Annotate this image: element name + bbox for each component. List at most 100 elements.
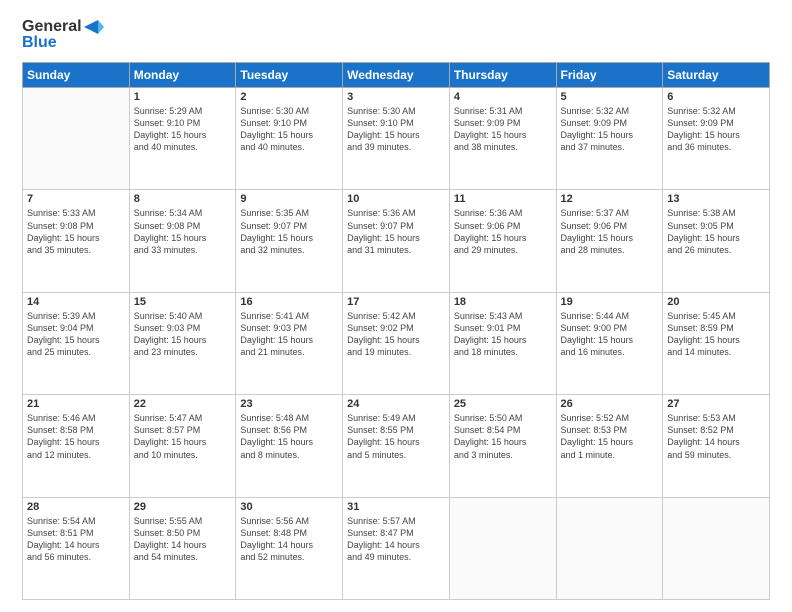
- day-number: 26: [561, 398, 659, 410]
- day-info: Sunrise: 5:29 AM Sunset: 9:10 PM Dayligh…: [134, 105, 232, 154]
- weekday-monday: Monday: [129, 63, 236, 88]
- day-cell-29: 29 Sunrise: 5:55 AM Sunset: 8:50 PM Dayli…: [129, 497, 236, 599]
- day-cell-21: 21Sunrise: 5:46 AM Sunset: 8:58 PM Dayli…: [23, 395, 130, 497]
- week-row-3: 14Sunrise: 5:39 AM Sunset: 9:04 PM Dayli…: [23, 292, 770, 394]
- day-cell-4: 4 Sunrise: 5:31 AM Sunset: 9:09 PM Daylig…: [449, 88, 556, 190]
- day-cell-3: 3 Sunrise: 5:30 AM Sunset: 9:10 PM Daylig…: [343, 88, 450, 190]
- weekday-tuesday: Tuesday: [236, 63, 343, 88]
- day-info: Sunrise: 5:56 AM Sunset: 8:48 PM Dayligh…: [240, 515, 338, 564]
- day-cell-12: 12Sunrise: 5:37 AM Sunset: 9:06 PM Dayli…: [556, 190, 663, 292]
- day-cell-1: 1 Sunrise: 5:29 AM Sunset: 9:10 PM Daylig…: [129, 88, 236, 190]
- day-number: 10: [347, 193, 445, 205]
- day-number: 30: [240, 501, 338, 513]
- day-number: 25: [454, 398, 552, 410]
- day-cell-31: 31 Sunrise: 5:57 AM Sunset: 8:47 PM Dayli…: [343, 497, 450, 599]
- week-row-2: 7Sunrise: 5:33 AM Sunset: 9:08 PM Daylig…: [23, 190, 770, 292]
- day-number: 24: [347, 398, 445, 410]
- day-cell-16: 16 Sunrise: 5:41 AM Sunset: 9:03 PM Dayli…: [236, 292, 343, 394]
- day-cell-11: 11 Sunrise: 5:36 AM Sunset: 9:06 PM Dayli…: [449, 190, 556, 292]
- weekday-saturday: Saturday: [663, 63, 770, 88]
- day-cell-7: 7Sunrise: 5:33 AM Sunset: 9:08 PM Daylig…: [23, 190, 130, 292]
- day-number: 31: [347, 501, 445, 513]
- weekday-friday: Friday: [556, 63, 663, 88]
- day-info: Sunrise: 5:34 AM Sunset: 9:08 PM Dayligh…: [134, 207, 232, 256]
- logo-arrow-icon: [84, 20, 104, 34]
- day-number: 8: [134, 193, 232, 205]
- day-cell-6: 6 Sunrise: 5:32 AM Sunset: 9:09 PM Daylig…: [663, 88, 770, 190]
- day-number: 3: [347, 91, 445, 103]
- day-number: 9: [240, 193, 338, 205]
- day-number: 22: [134, 398, 232, 410]
- logo-blue: Blue: [22, 34, 57, 52]
- logo: General Blue: [22, 18, 104, 52]
- empty-cell: [556, 497, 663, 599]
- day-number: 11: [454, 193, 552, 205]
- day-info: Sunrise: 5:31 AM Sunset: 9:09 PM Dayligh…: [454, 105, 552, 154]
- day-cell-23: 23 Sunrise: 5:48 AM Sunset: 8:56 PM Dayli…: [236, 395, 343, 497]
- day-info: Sunrise: 5:32 AM Sunset: 9:09 PM Dayligh…: [667, 105, 765, 154]
- day-cell-13: 13Sunrise: 5:38 AM Sunset: 9:05 PM Dayli…: [663, 190, 770, 292]
- day-number: 29: [134, 501, 232, 513]
- day-number: 23: [240, 398, 338, 410]
- day-info: Sunrise: 5:55 AM Sunset: 8:50 PM Dayligh…: [134, 515, 232, 564]
- day-cell-14: 14Sunrise: 5:39 AM Sunset: 9:04 PM Dayli…: [23, 292, 130, 394]
- day-number: 13: [667, 193, 765, 205]
- day-cell-24: 24 Sunrise: 5:49 AM Sunset: 8:55 PM Dayli…: [343, 395, 450, 497]
- day-info: Sunrise: 5:30 AM Sunset: 9:10 PM Dayligh…: [240, 105, 338, 154]
- day-number: 14: [27, 296, 125, 308]
- day-number: 20: [667, 296, 765, 308]
- empty-cell: [449, 497, 556, 599]
- day-cell-2: 2 Sunrise: 5:30 AM Sunset: 9:10 PM Daylig…: [236, 88, 343, 190]
- day-number: 19: [561, 296, 659, 308]
- day-cell-15: 15Sunrise: 5:40 AM Sunset: 9:03 PM Dayli…: [129, 292, 236, 394]
- day-info: Sunrise: 5:33 AM Sunset: 9:08 PM Dayligh…: [27, 207, 125, 256]
- weekday-sunday: Sunday: [23, 63, 130, 88]
- day-cell-18: 18 Sunrise: 5:43 AM Sunset: 9:01 PM Dayli…: [449, 292, 556, 394]
- day-info: Sunrise: 5:32 AM Sunset: 9:09 PM Dayligh…: [561, 105, 659, 154]
- day-cell-19: 19 Sunrise: 5:44 AM Sunset: 9:00 PM Dayli…: [556, 292, 663, 394]
- day-number: 5: [561, 91, 659, 103]
- day-cell-5: 5 Sunrise: 5:32 AM Sunset: 9:09 PM Daylig…: [556, 88, 663, 190]
- logo-text: General Blue: [22, 18, 104, 52]
- day-info: Sunrise: 5:30 AM Sunset: 9:10 PM Dayligh…: [347, 105, 445, 154]
- day-cell-28: 28Sunrise: 5:54 AM Sunset: 8:51 PM Dayli…: [23, 497, 130, 599]
- day-info: Sunrise: 5:35 AM Sunset: 9:07 PM Dayligh…: [240, 207, 338, 256]
- day-number: 27: [667, 398, 765, 410]
- day-cell-27: 27 Sunrise: 5:53 AM Sunset: 8:52 PM Dayli…: [663, 395, 770, 497]
- day-number: 12: [561, 193, 659, 205]
- page: General Blue SundayMondayTuesdayWednesda…: [0, 0, 792, 612]
- day-info: Sunrise: 5:50 AM Sunset: 8:54 PM Dayligh…: [454, 412, 552, 461]
- day-number: 1: [134, 91, 232, 103]
- day-info: Sunrise: 5:42 AM Sunset: 9:02 PM Dayligh…: [347, 310, 445, 359]
- day-info: Sunrise: 5:43 AM Sunset: 9:01 PM Dayligh…: [454, 310, 552, 359]
- day-info: Sunrise: 5:36 AM Sunset: 9:06 PM Dayligh…: [454, 207, 552, 256]
- day-cell-30: 30 Sunrise: 5:56 AM Sunset: 8:48 PM Dayli…: [236, 497, 343, 599]
- day-number: 15: [134, 296, 232, 308]
- day-info: Sunrise: 5:48 AM Sunset: 8:56 PM Dayligh…: [240, 412, 338, 461]
- weekday-header-row: SundayMondayTuesdayWednesdayThursdayFrid…: [23, 63, 770, 88]
- week-row-5: 28Sunrise: 5:54 AM Sunset: 8:51 PM Dayli…: [23, 497, 770, 599]
- day-number: 2: [240, 91, 338, 103]
- day-number: 21: [27, 398, 125, 410]
- week-row-4: 21Sunrise: 5:46 AM Sunset: 8:58 PM Dayli…: [23, 395, 770, 497]
- day-number: 6: [667, 91, 765, 103]
- day-info: Sunrise: 5:57 AM Sunset: 8:47 PM Dayligh…: [347, 515, 445, 564]
- empty-cell: [23, 88, 130, 190]
- day-info: Sunrise: 5:41 AM Sunset: 9:03 PM Dayligh…: [240, 310, 338, 359]
- day-cell-25: 25 Sunrise: 5:50 AM Sunset: 8:54 PM Dayli…: [449, 395, 556, 497]
- day-number: 18: [454, 296, 552, 308]
- calendar: SundayMondayTuesdayWednesdayThursdayFrid…: [22, 62, 770, 600]
- day-number: 4: [454, 91, 552, 103]
- day-number: 16: [240, 296, 338, 308]
- empty-cell: [663, 497, 770, 599]
- week-row-1: 1 Sunrise: 5:29 AM Sunset: 9:10 PM Daylig…: [23, 88, 770, 190]
- day-cell-17: 17Sunrise: 5:42 AM Sunset: 9:02 PM Dayli…: [343, 292, 450, 394]
- day-cell-26: 26Sunrise: 5:52 AM Sunset: 8:53 PM Dayli…: [556, 395, 663, 497]
- day-info: Sunrise: 5:54 AM Sunset: 8:51 PM Dayligh…: [27, 515, 125, 564]
- day-info: Sunrise: 5:53 AM Sunset: 8:52 PM Dayligh…: [667, 412, 765, 461]
- day-info: Sunrise: 5:49 AM Sunset: 8:55 PM Dayligh…: [347, 412, 445, 461]
- day-info: Sunrise: 5:44 AM Sunset: 9:00 PM Dayligh…: [561, 310, 659, 359]
- day-cell-8: 8 Sunrise: 5:34 AM Sunset: 9:08 PM Daylig…: [129, 190, 236, 292]
- day-cell-9: 9 Sunrise: 5:35 AM Sunset: 9:07 PM Daylig…: [236, 190, 343, 292]
- weekday-wednesday: Wednesday: [343, 63, 450, 88]
